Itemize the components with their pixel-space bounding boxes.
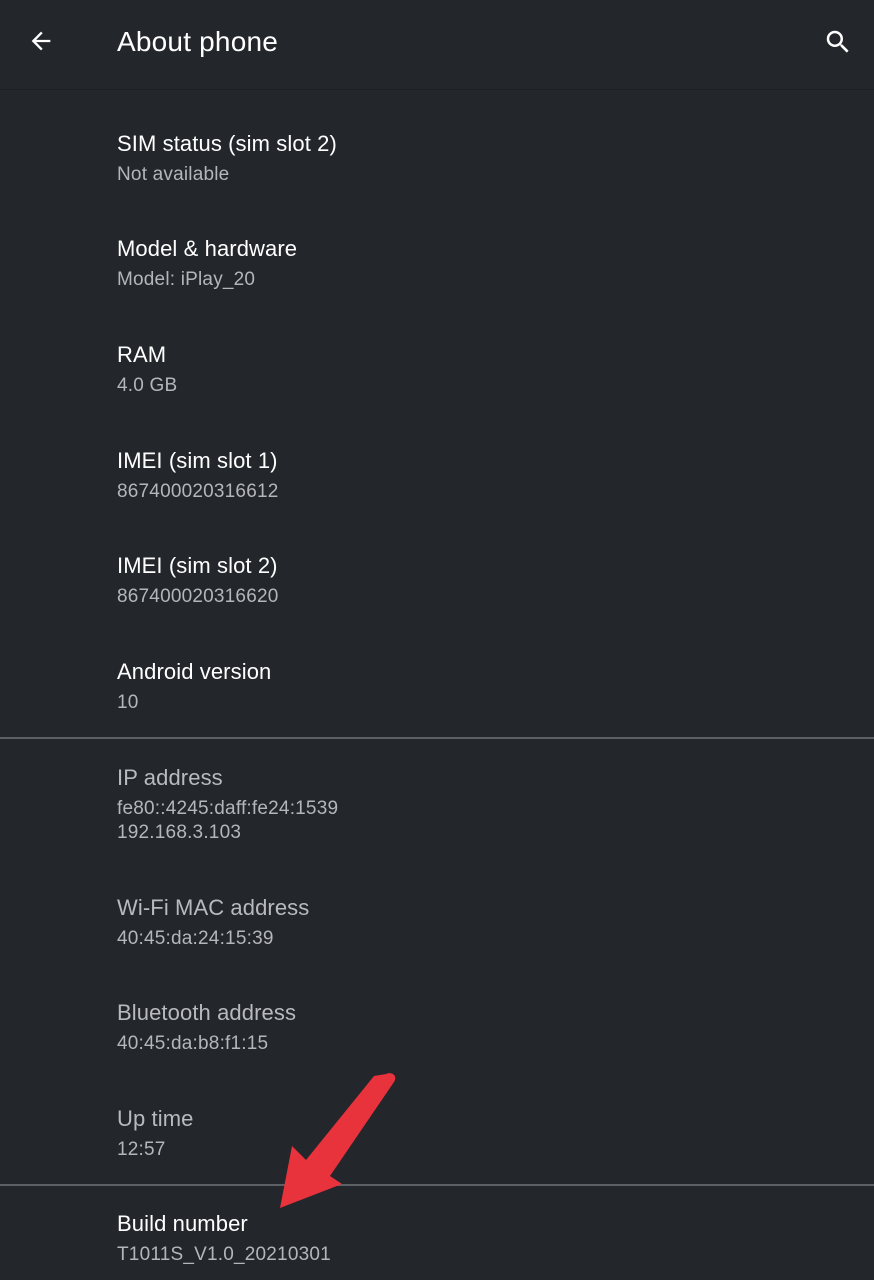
arrow-back-icon (31, 31, 51, 51)
model-hardware-item[interactable]: Model & hardware Model: iPlay_20 (0, 236, 874, 308)
android-version-label: Android version (117, 659, 272, 684)
about-phone-screen: About phone SIM status (sim slot 2) Not … (0, 0, 874, 1280)
wifi-mac-value: 40:45:da:24:15:39 (117, 928, 274, 949)
imei-slot1-item[interactable]: IMEI (sim slot 1) 867400020316612 (0, 448, 874, 520)
build-number-item[interactable]: Build number T1011S_V1.0_20210301 (0, 1211, 874, 1280)
ram-label: RAM (117, 342, 167, 367)
search-icon (826, 30, 849, 53)
sim-status-label: SIM status (sim slot 2) (117, 131, 337, 156)
android-version-value: 10 (117, 692, 139, 713)
search-button[interactable] (816, 20, 860, 64)
ip-address-ipv4-value: 192.168.3.103 (117, 822, 242, 843)
bluetooth-address-label: Bluetooth address (117, 1000, 297, 1025)
build-number-label: Build number (117, 1211, 248, 1236)
imei-slot2-item[interactable]: IMEI (sim slot 2) 867400020316620 (0, 553, 874, 625)
bluetooth-address-item[interactable]: Bluetooth address 40:45:da:b8:f1:15 (0, 1000, 874, 1072)
back-button[interactable] (20, 20, 62, 62)
ram-item[interactable]: RAM 4.0 GB (0, 342, 874, 414)
up-time-label: Up time (117, 1106, 194, 1131)
section-divider-2 (0, 1184, 874, 1186)
imei-slot2-label: IMEI (sim slot 2) (117, 553, 278, 578)
ip-address-label: IP address (117, 765, 223, 790)
ip-address-item[interactable]: IP address fe80::4245:daff:fe24:1539 192… (0, 765, 874, 855)
page-title: About phone (117, 26, 279, 57)
sim-status-value: Not available (117, 164, 230, 185)
app-toolbar: About phone (0, 0, 874, 90)
build-number-value: T1011S_V1.0_20210301 (117, 1244, 331, 1265)
sim-status-item[interactable]: SIM status (sim slot 2) Not available (0, 131, 874, 203)
imei-slot1-label: IMEI (sim slot 1) (117, 448, 278, 473)
section-divider (0, 737, 874, 739)
up-time-item[interactable]: Up time 12:57 (0, 1106, 874, 1178)
ip-address-ipv6-value: fe80::4245:daff:fe24:1539 (117, 798, 339, 819)
android-version-item[interactable]: Android version 10 (0, 659, 874, 731)
wifi-mac-item[interactable]: Wi-Fi MAC address 40:45:da:24:15:39 (0, 895, 874, 967)
model-hardware-label: Model & hardware (117, 236, 298, 261)
wifi-mac-label: Wi-Fi MAC address (117, 895, 310, 920)
up-time-value: 12:57 (117, 1139, 166, 1160)
model-hardware-value: Model: iPlay_20 (117, 269, 256, 290)
ram-value: 4.0 GB (117, 375, 178, 396)
bluetooth-address-value: 40:45:da:b8:f1:15 (117, 1033, 269, 1054)
imei-slot2-value: 867400020316620 (117, 586, 279, 607)
imei-slot1-value: 867400020316612 (117, 481, 279, 502)
